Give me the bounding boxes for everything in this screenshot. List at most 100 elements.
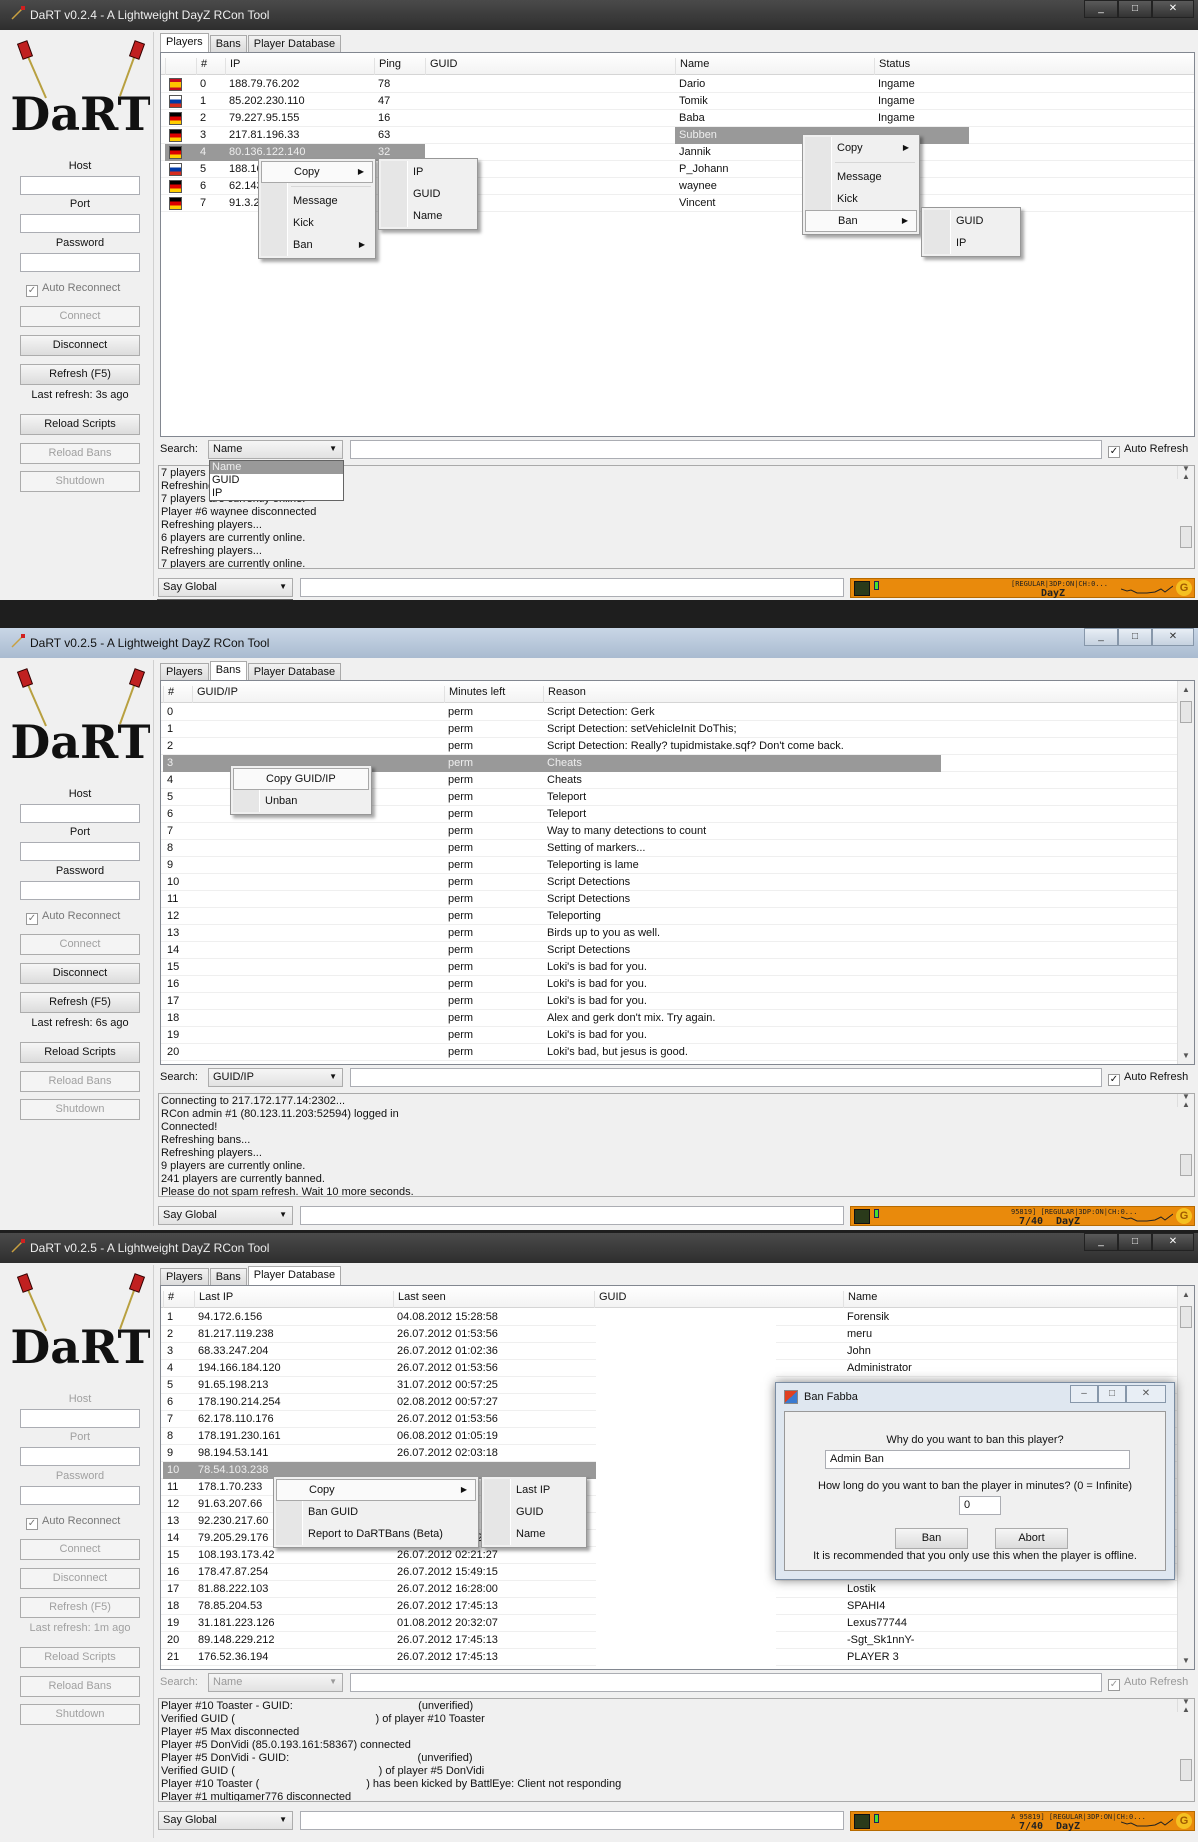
- shutdown-button[interactable]: Shutdown: [20, 1099, 140, 1120]
- menu-item-name[interactable]: Name: [484, 1523, 584, 1545]
- menu-item-ip[interactable]: IP: [381, 161, 475, 183]
- scroll-thumb[interactable]: [1180, 1759, 1192, 1781]
- abort-button[interactable]: Abort: [995, 1528, 1068, 1549]
- reload-bans-button[interactable]: Reload Bans: [20, 443, 140, 464]
- disconnect-button[interactable]: Disconnect: [20, 963, 140, 984]
- tab-players[interactable]: Players: [160, 33, 209, 53]
- search-input[interactable]: [350, 1673, 1102, 1692]
- log-scrollbar[interactable]: ▲ ▼: [1177, 1094, 1194, 1176]
- table-row[interactable]: 3 217.81.196.33 63 Subben: [161, 127, 1194, 144]
- column-header[interactable]: GUID/IP: [192, 686, 444, 703]
- column-header[interactable]: #: [163, 686, 192, 703]
- menu-item-guid[interactable]: GUID: [381, 183, 475, 205]
- search-mode-select[interactable]: Name ▼: [208, 1673, 343, 1692]
- maximize-button[interactable]: □: [1118, 1233, 1152, 1251]
- reload-scripts-button[interactable]: Reload Scripts: [20, 414, 140, 435]
- column-header[interactable]: Status: [874, 58, 969, 75]
- table-row[interactable]: 0 188.79.76.202 78 Dario Ingame: [161, 76, 1194, 93]
- auto-reconnect-checkbox[interactable]: ✓ Auto Reconnect: [26, 910, 120, 925]
- host-input[interactable]: [20, 804, 140, 823]
- connect-button[interactable]: Connect: [20, 306, 140, 327]
- auto-reconnect-checkbox[interactable]: ✓ Auto Reconnect: [26, 1515, 120, 1530]
- search-mode-select[interactable]: Name ▼: [208, 440, 343, 459]
- scroll-down-icon[interactable]: ▼: [1182, 466, 1190, 475]
- menu-item-kick[interactable]: Kick: [805, 188, 917, 210]
- table-row[interactable]: 9 perm Teleporting is lame: [161, 857, 1194, 874]
- column-header[interactable]: Reason: [543, 686, 941, 703]
- menu-item-ip[interactable]: IP: [924, 232, 1018, 254]
- grid-scrollbar[interactable]: ▲ ▼: [1177, 1286, 1194, 1669]
- password-input[interactable]: [20, 253, 140, 272]
- duration-input[interactable]: 0: [959, 1496, 1001, 1515]
- scroll-down-icon[interactable]: ▼: [1182, 1051, 1190, 1060]
- password-input[interactable]: [20, 881, 140, 900]
- reload-scripts-button[interactable]: Reload Scripts: [20, 1647, 140, 1668]
- scroll-down-icon[interactable]: ▼: [1182, 1656, 1190, 1665]
- log-scrollbar[interactable]: ▲ ▼: [1177, 1699, 1194, 1781]
- table-row[interactable]: 15 perm Loki's is bad for you.: [161, 959, 1194, 976]
- menu-item-copy[interactable]: Copy ▶: [261, 161, 373, 183]
- dialog-close-button[interactable]: ✕: [1126, 1385, 1166, 1403]
- reload-bans-button[interactable]: Reload Bans: [20, 1676, 140, 1697]
- tab-player-database[interactable]: Player Database: [247, 35, 342, 53]
- port-input[interactable]: [20, 214, 140, 233]
- tab-bans[interactable]: Bans: [209, 35, 247, 53]
- tab-players[interactable]: Players: [160, 663, 209, 681]
- ban-button[interactable]: Ban: [895, 1528, 968, 1549]
- reload-scripts-button[interactable]: Reload Scripts: [20, 1042, 140, 1063]
- maximize-button[interactable]: □: [1118, 628, 1152, 646]
- menu-item-kick[interactable]: Kick: [261, 212, 373, 234]
- say-mode-select[interactable]: Say Global ▼: [158, 1206, 293, 1225]
- search-input[interactable]: [350, 1068, 1102, 1087]
- column-header[interactable]: Name: [843, 1291, 1036, 1308]
- menu-item-copy-guid-ip[interactable]: Copy GUID/IP: [233, 768, 369, 790]
- say-mode-select[interactable]: Say Global ▼: [158, 1811, 293, 1830]
- scroll-down-icon[interactable]: ▼: [1182, 1699, 1190, 1708]
- table-row[interactable]: 0 perm Script Detection: Gerk: [161, 704, 1194, 721]
- column-header[interactable]: Ping: [374, 58, 425, 75]
- menu-item-ban-guid[interactable]: Ban GUID: [276, 1501, 476, 1523]
- dialog-minimize-button[interactable]: –: [1070, 1385, 1098, 1403]
- menu-item-ban[interactable]: Ban ▶: [805, 210, 917, 232]
- close-button[interactable]: ✕: [1152, 0, 1194, 18]
- table-row[interactable]: 18 perm Alex and gerk don't mix. Try again…: [161, 1010, 1194, 1027]
- column-header[interactable]: GUID: [425, 58, 675, 75]
- table-row[interactable]: 19 perm Loki's is bad for you.: [161, 1027, 1194, 1044]
- auto-reconnect-checkbox[interactable]: ✓ Auto Reconnect: [26, 282, 120, 297]
- port-input[interactable]: [20, 842, 140, 861]
- port-input[interactable]: [20, 1447, 140, 1466]
- minimize-button[interactable]: _: [1084, 1233, 1118, 1251]
- refresh-button[interactable]: Refresh (F5): [20, 364, 140, 385]
- say-message-input[interactable]: [300, 1811, 844, 1830]
- column-header[interactable]: IP: [225, 58, 374, 75]
- minimize-button[interactable]: _: [1084, 0, 1118, 18]
- reload-bans-button[interactable]: Reload Bans: [20, 1071, 140, 1092]
- auto-refresh-checkbox[interactable]: ✓ Auto Refresh: [1108, 1071, 1188, 1086]
- close-button[interactable]: ✕: [1152, 1233, 1194, 1251]
- table-row[interactable]: 2 79.227.95.155 16 Baba Ingame: [161, 110, 1194, 127]
- table-row[interactable]: 7 perm Way to many detections to count: [161, 823, 1194, 840]
- dropdown-option[interactable]: GUID: [210, 474, 343, 487]
- column-header[interactable]: #: [163, 1291, 194, 1308]
- say-mode-select[interactable]: Say Global ▼: [158, 578, 293, 597]
- table-row[interactable]: 20 perm Loki's bad, but jesus is good.: [161, 1044, 1194, 1061]
- table-row[interactable]: 8 perm Setting of markers...: [161, 840, 1194, 857]
- host-input[interactable]: [20, 176, 140, 195]
- table-row[interactable]: 1 perm Script Detection: setVehicleInit Do…: [161, 721, 1194, 738]
- table-row[interactable]: 10 perm Script Detections: [161, 874, 1194, 891]
- search-mode-select[interactable]: GUID/IP ▼: [208, 1068, 343, 1087]
- close-button[interactable]: ✕: [1152, 628, 1194, 646]
- tab-players[interactable]: Players: [160, 1268, 209, 1286]
- table-row[interactable]: 12 perm Teleporting: [161, 908, 1194, 925]
- menu-item-guid[interactable]: GUID: [484, 1501, 584, 1523]
- dropdown-option[interactable]: IP: [210, 487, 343, 500]
- scroll-thumb[interactable]: [1180, 1306, 1192, 1328]
- grid-scrollbar[interactable]: ▲ ▼: [1177, 681, 1194, 1064]
- column-header[interactable]: Minutes left: [444, 686, 543, 703]
- scroll-thumb[interactable]: [1180, 1154, 1192, 1176]
- menu-item-last-ip[interactable]: Last IP: [484, 1479, 584, 1501]
- shutdown-button[interactable]: Shutdown: [20, 471, 140, 492]
- menu-item-guid[interactable]: GUID: [924, 210, 1018, 232]
- host-input[interactable]: [20, 1409, 140, 1428]
- refresh-button[interactable]: Refresh (F5): [20, 1597, 140, 1618]
